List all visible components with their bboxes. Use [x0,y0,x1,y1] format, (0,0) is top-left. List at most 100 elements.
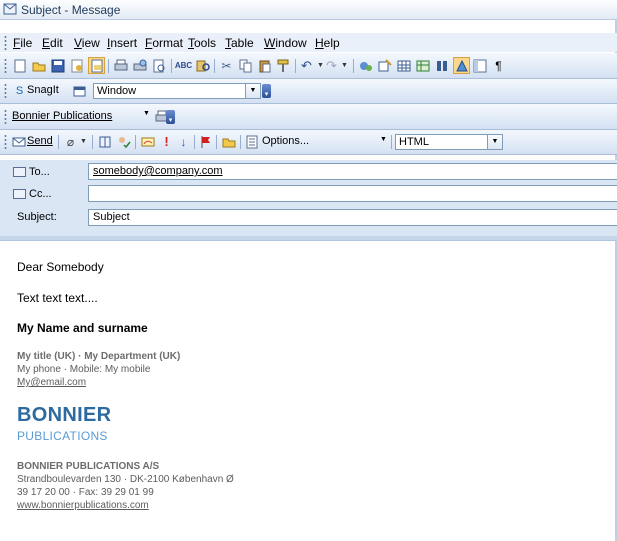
insert-table-icon[interactable] [396,58,411,73]
menu-help[interactable]: Help [315,36,340,50]
subject-row: Subject: Subject [0,208,617,228]
chevron-down-icon[interactable]: ▼ [245,84,260,98]
redo-dropdown-icon[interactable]: ▼ [337,58,352,73]
menu-view[interactable]: View [74,36,100,50]
to-field[interactable]: somebody@company.com [88,163,617,180]
menu-file[interactable]: File [13,36,32,50]
cc-row: Cc... [0,184,617,204]
drawing-icon[interactable] [453,57,470,74]
cc-field[interactable] [88,185,617,202]
save-icon[interactable] [50,58,65,73]
toolbar-grip[interactable] [4,109,7,124]
new-doc-icon[interactable] [12,58,27,73]
toolbar-grip[interactable] [4,134,7,149]
insert-excel-icon[interactable] [415,58,430,73]
columns-icon[interactable] [434,58,449,73]
message-format-select[interactable]: HTML ▼ [395,134,503,150]
spelling-icon[interactable]: ABC [175,58,192,73]
menu-table[interactable]: Table [225,36,254,50]
toolbar-separator [58,135,59,149]
to-row: To... somebody@company.com [0,162,617,182]
bonnier-toolbar: Bonnier Publications ▼ ▾ [0,104,617,130]
paste-icon[interactable] [257,58,272,73]
cc-button[interactable]: Cc... [13,185,81,202]
snagit-profile-select[interactable]: Window ▼ [93,83,261,99]
toolbar-separator [295,59,296,73]
options-icon[interactable] [244,134,259,149]
message-window-icon [3,3,17,15]
company-name: BONNIER PUBLICATIONS A/S [17,461,160,472]
hyperlink-icon[interactable] [358,58,373,73]
print-preview-icon[interactable] [132,58,147,73]
copy-icon[interactable] [238,58,253,73]
brand-logo-text: BONNIER [17,404,112,426]
options-button[interactable]: Options... [262,135,309,147]
address-book-icon [13,188,26,199]
bonnier-dropdown-icon[interactable]: ▼ [143,110,150,117]
snagit-label[interactable]: SnagIt [27,84,59,96]
print-icon[interactable] [113,58,128,73]
toolbar-separator [240,135,241,149]
menu-tools[interactable]: Tools [188,36,216,50]
show-formatting-icon[interactable]: ¶ [491,58,506,73]
to-button[interactable]: To... [13,163,81,180]
toolbar-separator [171,59,172,73]
permission-icon[interactable] [69,58,84,73]
undo-icon[interactable]: ↶ [299,58,314,73]
print-preview2-icon[interactable] [151,58,166,73]
snagit-capture-icon[interactable] [72,83,87,98]
toolbar-separator [108,59,109,73]
document-map-icon[interactable] [472,58,487,73]
company-phone-fax: 39 17 20 00 · Fax: 39 29 01 99 [17,487,154,498]
to-label: To... [29,165,50,178]
signature-email-link[interactable]: My@email.com [17,377,86,388]
toolbar-options-icon[interactable]: ▾ [262,84,271,98]
company-address: Strandboulevarden 130 · DK-2100 Københav… [17,474,234,485]
snagit-profile-value: Window [97,85,137,97]
bonnier-publications-menu[interactable]: Bonnier Publications [12,110,112,122]
permission-folder-icon[interactable] [221,134,236,149]
menu-bar: File Edit View Insert Format Tools Table… [0,33,617,52]
address-book-icon [13,166,26,177]
menu-window[interactable]: Window [264,36,307,50]
toolbar-separator [92,135,93,149]
follow-up-flag-icon[interactable] [198,134,213,149]
subject-field[interactable]: Subject [88,209,617,226]
signature-phone: My phone · Mobile: My mobile [17,364,151,375]
toolbar-options-icon[interactable]: ▾ [166,110,175,124]
cut-icon[interactable]: ✂ [219,58,234,73]
low-importance-icon[interactable]: ↓ [176,134,191,149]
send-icon[interactable] [11,134,26,149]
toolbar-separator [135,135,136,149]
options-dropdown-icon[interactable]: ▼ [380,136,387,143]
chevron-down-icon[interactable]: ▼ [487,135,502,149]
menu-insert[interactable]: Insert [107,36,137,50]
tables-borders-icon[interactable] [377,58,392,73]
toolbar-separator [194,135,195,149]
message-header: To... somebody@company.com Cc... Subject… [0,160,617,236]
attach-dropdown-icon[interactable]: ▼ [76,134,91,149]
format-painter-icon[interactable] [276,58,291,73]
signature-name: My Name and surname [17,321,148,335]
email-icon[interactable] [88,57,105,74]
send-button[interactable]: Send [27,135,53,147]
toolbar-grip[interactable] [4,58,7,73]
menu-format[interactable]: Format [145,36,183,50]
check-names-icon[interactable] [116,134,131,149]
high-importance-icon[interactable]: ! [159,134,174,149]
snagit-toolbar: S SnagIt Window ▼ ▾ [0,79,617,104]
toolbar-grip[interactable] [4,83,7,98]
toolbar-separator [353,59,354,73]
message-format-value: HTML [399,136,429,148]
menu-grip[interactable] [4,35,7,50]
standard-toolbar: ABC ✂ ↶ ▼ ↷ ▼ ¶ [0,53,617,79]
company-website-link[interactable]: www.bonnierpublications.com [17,500,149,511]
research-icon[interactable] [195,58,210,73]
snagit-icon[interactable]: S [12,83,27,98]
signature-icon[interactable] [140,134,155,149]
cc-label: Cc... [29,187,52,200]
address-book-icon[interactable] [97,134,112,149]
open-folder-icon[interactable] [31,58,46,73]
menu-edit[interactable]: Edit [42,36,63,50]
toolbar-separator [216,135,217,149]
